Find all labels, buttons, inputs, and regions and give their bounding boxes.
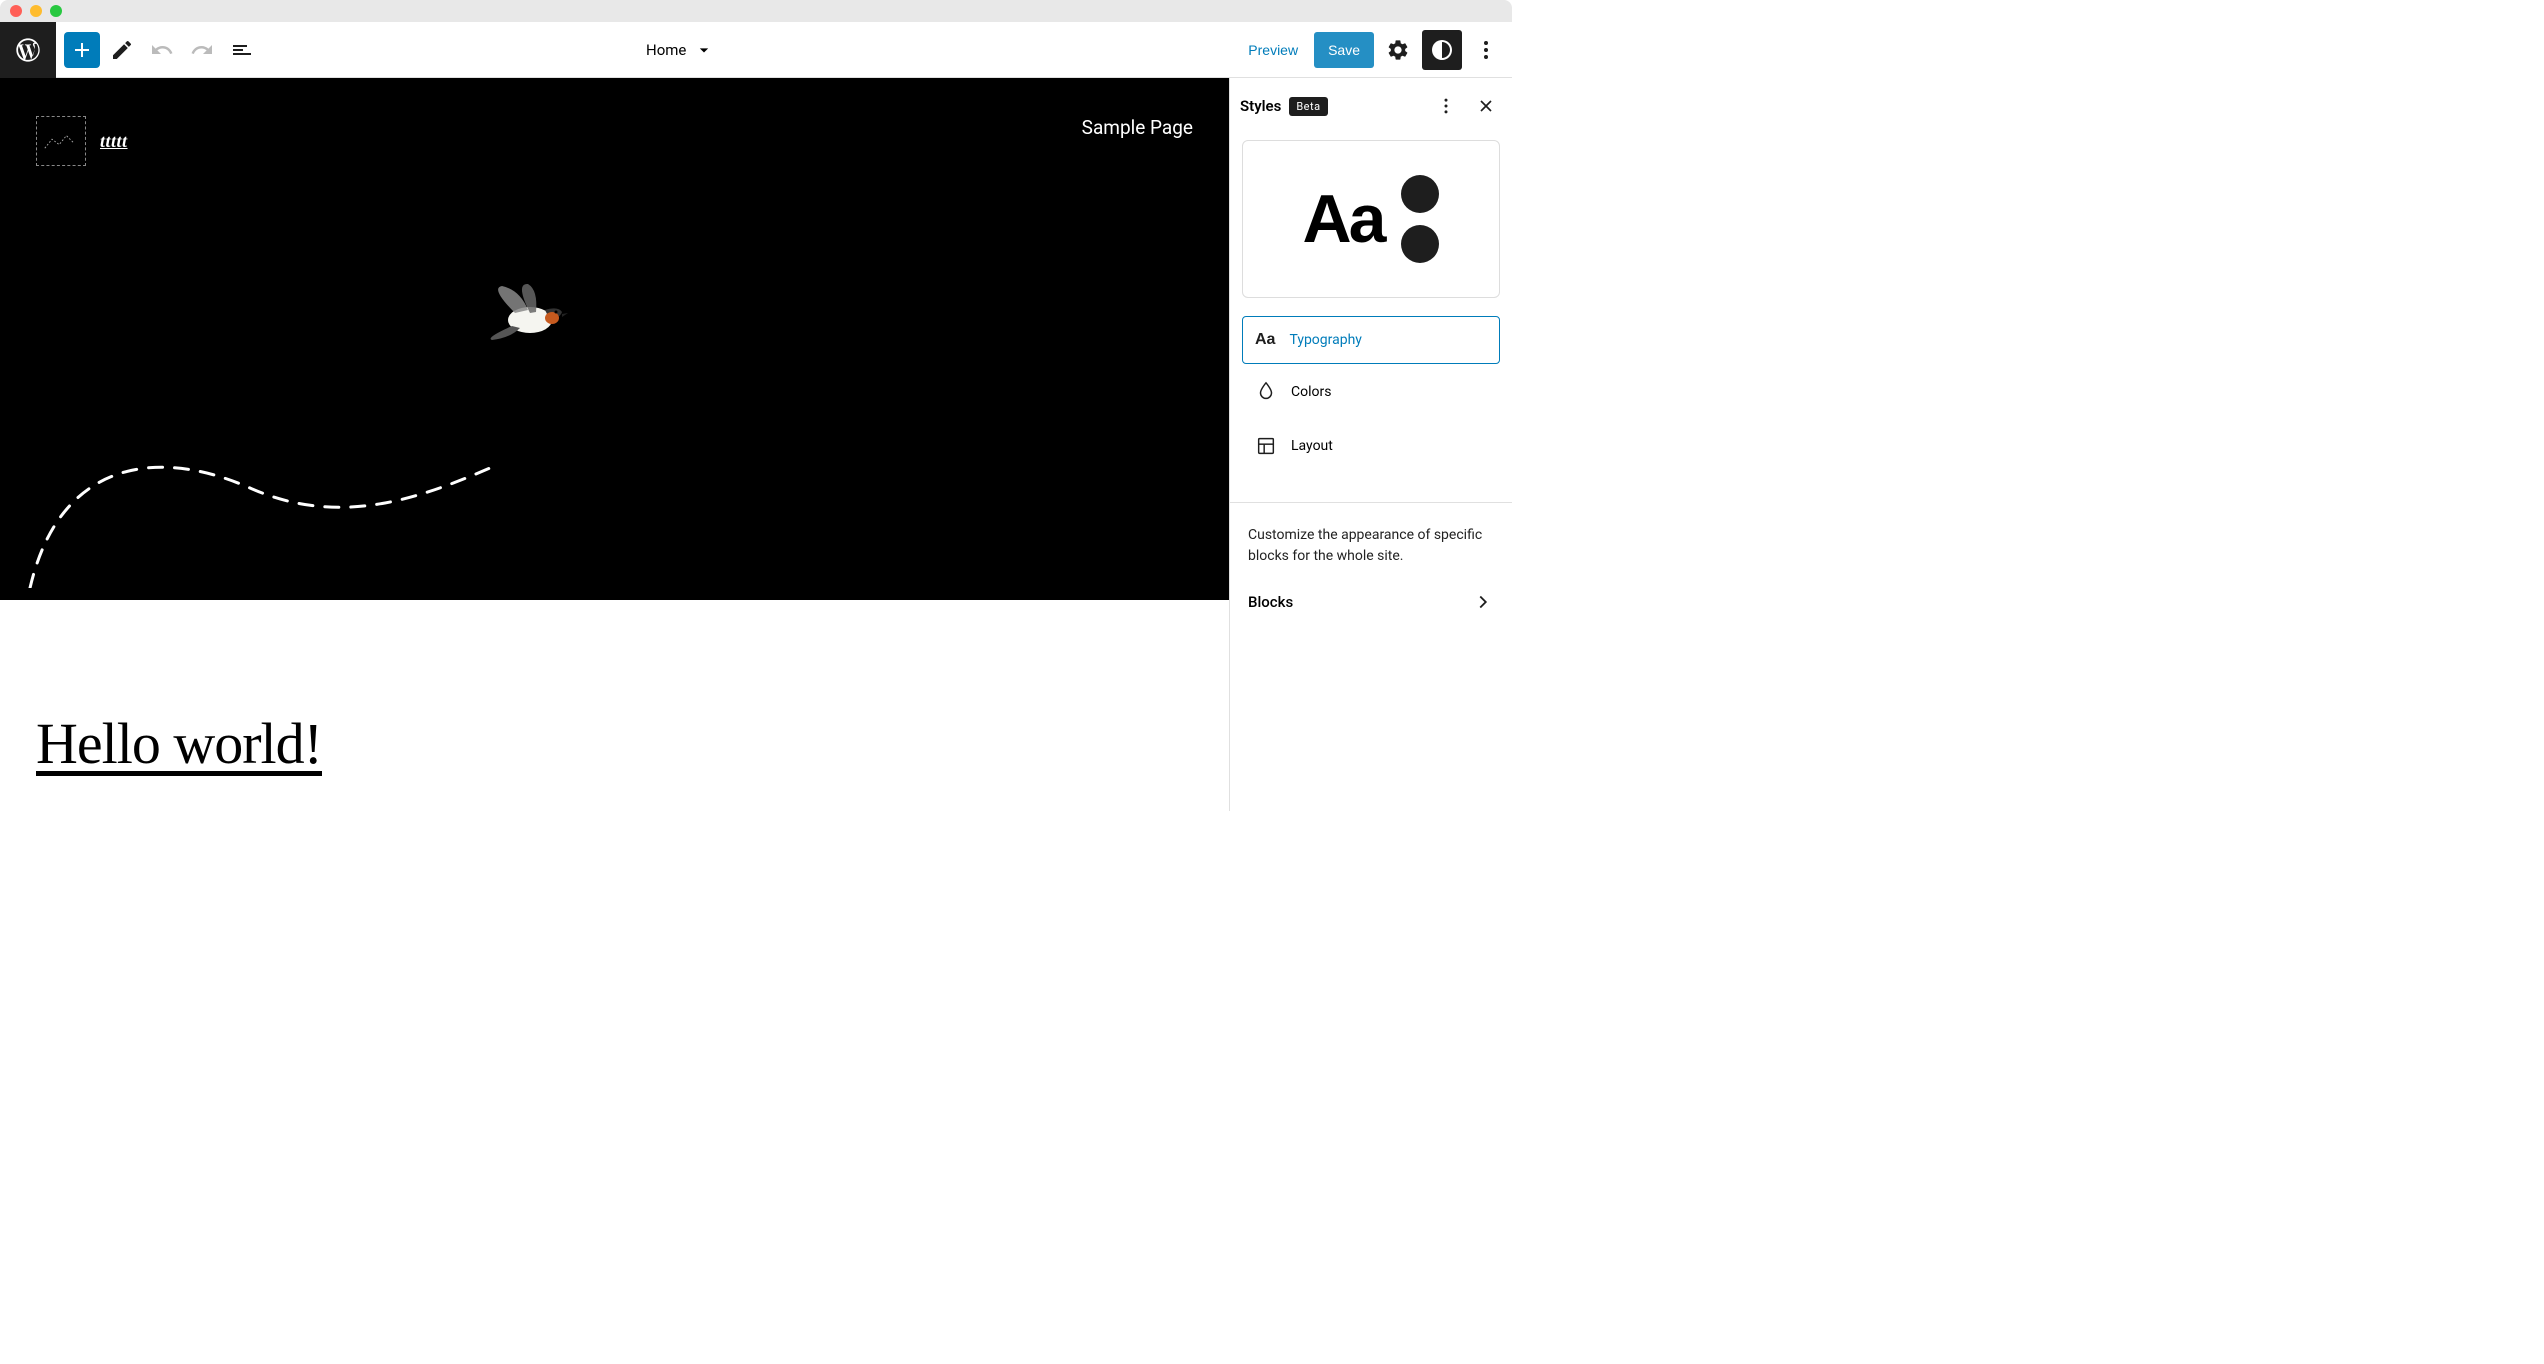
plus-icon bbox=[70, 38, 94, 62]
sidebar-title: Styles bbox=[1240, 97, 1281, 115]
sidebar-more-button[interactable] bbox=[1430, 90, 1462, 122]
list-view-icon bbox=[230, 38, 254, 62]
style-item-label: Layout bbox=[1291, 438, 1333, 454]
close-window-icon[interactable] bbox=[10, 5, 22, 17]
more-options-button[interactable] bbox=[1466, 30, 1506, 70]
settings-button[interactable] bbox=[1378, 30, 1418, 70]
page-name-label: Home bbox=[646, 41, 686, 59]
save-button[interactable]: Save bbox=[1314, 32, 1374, 68]
style-item-typography[interactable]: Aa Typography bbox=[1242, 316, 1500, 364]
flight-trail-decoration bbox=[0, 328, 500, 588]
minimize-window-icon[interactable] bbox=[30, 5, 42, 17]
maximize-window-icon[interactable] bbox=[50, 5, 62, 17]
more-vertical-icon bbox=[1436, 96, 1456, 116]
page-selector[interactable]: Home bbox=[646, 40, 714, 60]
close-icon bbox=[1476, 96, 1496, 116]
more-vertical-icon bbox=[1474, 38, 1498, 62]
chevron-down-icon bbox=[694, 40, 714, 60]
style-item-layout[interactable]: Layout bbox=[1242, 420, 1500, 472]
styles-toggle-button[interactable] bbox=[1422, 30, 1462, 70]
nav-link-sample-page[interactable]: Sample Page bbox=[1082, 116, 1193, 139]
close-sidebar-button[interactable] bbox=[1470, 90, 1502, 122]
styles-sidebar: Styles Beta Aa Aa Typography bbox=[1229, 78, 1512, 811]
blocks-description: Customize the appearance of specific blo… bbox=[1248, 525, 1494, 567]
wordpress-icon bbox=[14, 36, 42, 64]
mac-titlebar bbox=[0, 0, 1512, 22]
preview-button[interactable]: Preview bbox=[1236, 34, 1310, 66]
style-item-label: Typography bbox=[1289, 332, 1361, 348]
contrast-icon bbox=[1430, 38, 1454, 62]
undo-icon bbox=[150, 38, 174, 62]
bird-illustration bbox=[480, 278, 580, 348]
blocks-label: Blocks bbox=[1248, 593, 1293, 611]
editor-canvas[interactable]: ttttt Sample Page Hello world! bbox=[0, 78, 1229, 811]
undo-button[interactable] bbox=[144, 32, 180, 68]
list-view-button[interactable] bbox=[224, 32, 260, 68]
gear-icon bbox=[1386, 38, 1410, 62]
blocks-nav-item[interactable]: Blocks bbox=[1248, 591, 1494, 613]
chevron-right-icon bbox=[1472, 591, 1494, 613]
add-block-button[interactable] bbox=[64, 32, 100, 68]
hero-block[interactable]: ttttt Sample Page bbox=[0, 78, 1229, 600]
placeholder-graph-icon bbox=[43, 123, 79, 159]
style-preview-card[interactable]: Aa bbox=[1242, 140, 1500, 298]
layout-icon bbox=[1255, 435, 1277, 457]
beta-badge: Beta bbox=[1289, 97, 1327, 116]
post-title[interactable]: Hello world! bbox=[36, 710, 1193, 777]
top-toolbar: Home Preview Save bbox=[0, 22, 1512, 78]
color-sample bbox=[1401, 175, 1439, 263]
pencil-icon bbox=[110, 38, 134, 62]
redo-icon bbox=[190, 38, 214, 62]
drop-icon bbox=[1255, 381, 1277, 403]
edit-tool-button[interactable] bbox=[104, 32, 140, 68]
style-item-colors[interactable]: Colors bbox=[1242, 366, 1500, 418]
typography-sample: Aa bbox=[1303, 180, 1384, 258]
typography-icon: Aa bbox=[1255, 331, 1275, 349]
style-item-label: Colors bbox=[1291, 384, 1331, 400]
redo-button[interactable] bbox=[184, 32, 220, 68]
site-title[interactable]: ttttt bbox=[100, 131, 128, 152]
wordpress-logo-button[interactable] bbox=[0, 22, 56, 78]
site-logo-placeholder[interactable] bbox=[36, 116, 86, 166]
